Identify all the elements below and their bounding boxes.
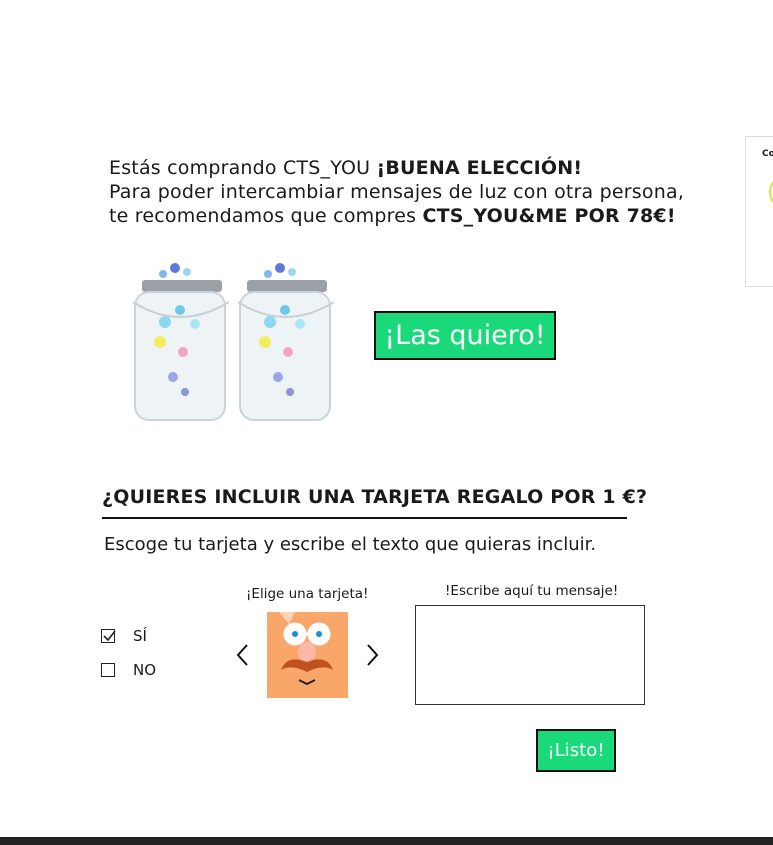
option-yes[interactable]: SÍ bbox=[101, 626, 147, 646]
product-jars-image bbox=[132, 263, 335, 421]
message-textarea[interactable] bbox=[415, 605, 645, 705]
side-panel: Co bbox=[745, 136, 773, 287]
option-no-label: NO bbox=[133, 661, 157, 679]
gift-card-title: ¿QUIERES INCLUIR UNA TARJETA REGALO POR … bbox=[102, 486, 648, 508]
offer-line1-strong: ¡BUENA ELECCIÓN! bbox=[376, 157, 583, 179]
done-button[interactable]: ¡Listo! bbox=[536, 729, 616, 772]
option-yes-label: SÍ bbox=[133, 627, 147, 645]
option-no[interactable]: NO bbox=[101, 660, 156, 680]
jar-right bbox=[237, 263, 335, 421]
offer-line3-prefix: te recomendamos que compres bbox=[109, 205, 423, 227]
want-them-button[interactable]: ¡Las quiero! bbox=[374, 311, 556, 360]
gift-card-subtitle: Escoge tu tarjeta y escribe el texto que… bbox=[104, 534, 597, 555]
jar-left bbox=[132, 263, 230, 421]
mustache-face-icon bbox=[279, 612, 333, 686]
checkmark-icon bbox=[103, 630, 116, 642]
gift-card-preview[interactable] bbox=[267, 612, 348, 698]
chevron-right-icon[interactable] bbox=[364, 643, 380, 667]
yes-checkbox[interactable] bbox=[101, 629, 116, 643]
no-checkbox[interactable] bbox=[101, 663, 115, 677]
offer-text: Estás comprando CTS_YOU ¡BUENA ELECCIÓN!… bbox=[109, 156, 684, 228]
ring-icon bbox=[769, 175, 773, 209]
chevron-left-icon[interactable] bbox=[235, 643, 251, 667]
message-label: !Escribe aquí tu mensaje! bbox=[445, 583, 619, 599]
offer-line3-strong: CTS_YOU&ME POR 78€! bbox=[422, 205, 676, 227]
footer-bar bbox=[0, 837, 773, 845]
offer-line2: Para poder intercambiar mensajes de luz … bbox=[109, 181, 685, 203]
section-divider bbox=[102, 517, 627, 519]
card-picker-label: ¡Elige una tarjeta! bbox=[246, 586, 369, 602]
side-panel-label: Co bbox=[762, 149, 773, 159]
offer-line1-prefix: Estás comprando CTS_YOU bbox=[109, 157, 377, 179]
